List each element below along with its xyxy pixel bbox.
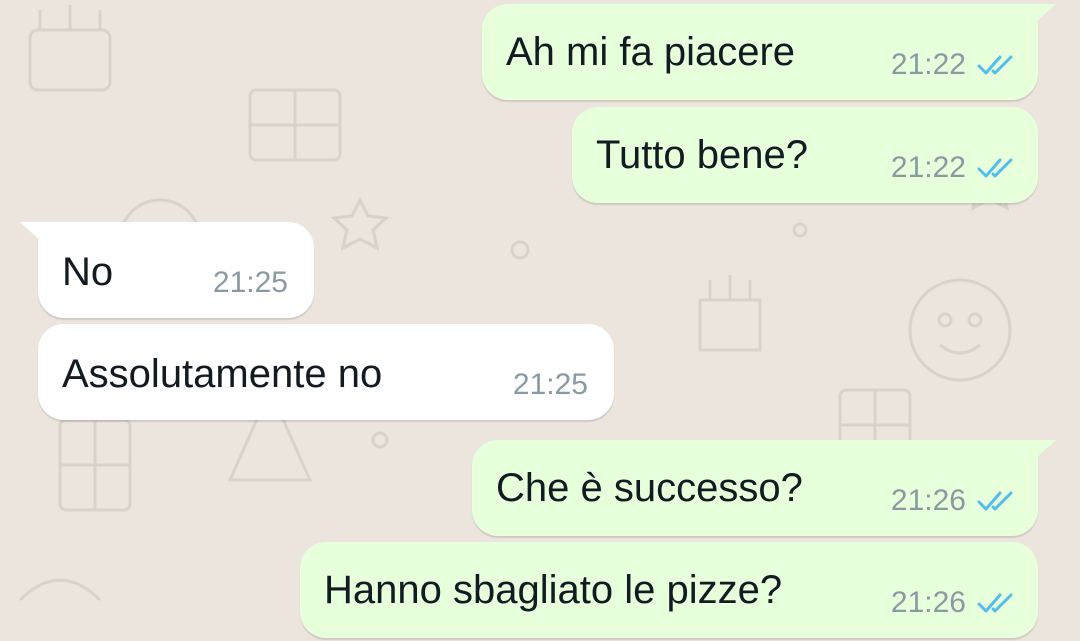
message-text: No <box>62 250 114 294</box>
message-meta: 21:22 <box>891 153 1016 183</box>
message-timestamp: 21:26 <box>890 484 966 517</box>
message-timestamp: 21:22 <box>890 48 966 81</box>
message-timestamp: 21:26 <box>890 586 966 619</box>
message-timestamp: 21:22 <box>890 151 966 184</box>
message-timestamp: 21:25 <box>512 368 588 401</box>
incoming-message[interactable]: Assolutamente no 21:25 <box>38 324 614 420</box>
double-check-icon <box>977 55 1013 75</box>
double-check-icon <box>977 158 1013 178</box>
outgoing-message[interactable]: Ah mi fa piacere 21:22 <box>482 4 1056 100</box>
bubble-tail <box>20 222 42 242</box>
message-meta: 21:26 <box>891 486 1016 516</box>
outgoing-message[interactable]: Che è successo? 21:26 <box>472 440 1056 536</box>
message-text: Assolutamente no <box>62 352 383 396</box>
bubble-tail <box>1034 4 1056 24</box>
message-meta: 21:25 <box>513 370 588 400</box>
message-text: Ah mi fa piacere <box>506 30 796 74</box>
chat-message-list[interactable]: Ah mi fa piacere 21:22 Tutto bene? 21:22… <box>0 0 1080 641</box>
outgoing-message[interactable]: Hanno sbagliato le pizze? 21:26 <box>300 542 1038 638</box>
double-check-icon <box>977 593 1013 613</box>
double-check-icon <box>977 491 1013 511</box>
message-meta: 21:22 <box>891 50 1016 80</box>
message-meta: 21:26 <box>891 588 1016 618</box>
bubble-tail <box>1034 440 1056 460</box>
incoming-message[interactable]: No 21:25 <box>20 222 314 318</box>
message-text: Che è successo? <box>496 466 803 510</box>
message-timestamp: 21:25 <box>212 266 288 299</box>
outgoing-message[interactable]: Tutto bene? 21:22 <box>572 107 1038 203</box>
message-text: Tutto bene? <box>596 133 809 177</box>
message-meta: 21:25 <box>213 268 288 298</box>
message-text: Hanno sbagliato le pizze? <box>324 568 783 612</box>
